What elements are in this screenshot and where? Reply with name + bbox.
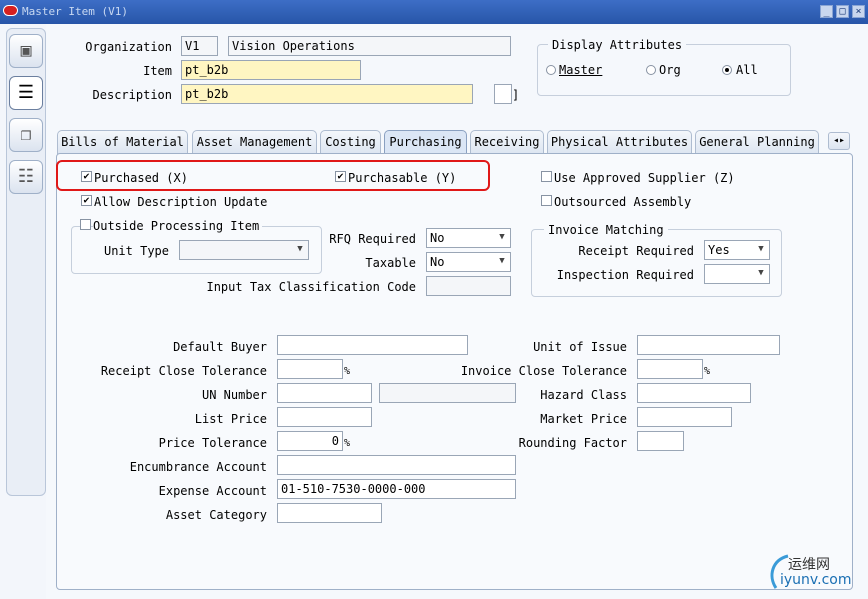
oracle-logo-icon: [3, 5, 18, 16]
all-radio[interactable]: [722, 65, 732, 75]
document-list-icon[interactable]: ☰: [9, 76, 43, 110]
expense-account-field[interactable]: 01-510-7530-0000-000: [277, 479, 516, 499]
org-radio-label: Org: [659, 63, 681, 77]
tab-physical-attributes[interactable]: Physical Attributes: [547, 130, 692, 154]
inspection-required-select[interactable]: ▼: [704, 264, 770, 284]
close-button[interactable]: ×: [852, 5, 865, 18]
expense-account-label: Expense Account: [158, 484, 267, 498]
use-approved-supplier-checkbox[interactable]: [541, 171, 552, 182]
price-tolerance-field[interactable]: 0: [277, 431, 343, 451]
description-field[interactable]: pt_b2b: [181, 84, 473, 104]
invoice-matching-title: Invoice Matching: [544, 223, 668, 237]
rfq-required-label: RFQ Required: [329, 232, 416, 246]
un-number-label: UN Number: [201, 388, 267, 402]
encumbrance-account-label: Encumbrance Account: [129, 460, 267, 474]
asset-category-field[interactable]: [277, 503, 382, 523]
price-tolerance-label: Price Tolerance: [158, 436, 267, 450]
tab-costing[interactable]: Costing: [320, 130, 381, 154]
purchasable-label: Purchasable (Y): [348, 171, 457, 185]
organization-code-field[interactable]: V1: [181, 36, 218, 56]
receipt-required-select[interactable]: Yes ▼: [704, 240, 770, 260]
asset-category-label: Asset Category: [165, 508, 267, 522]
chevron-down-icon: ▼: [499, 256, 505, 266]
receipt-required-label: Receipt Required: [578, 244, 694, 258]
unit-of-issue-label: Unit of Issue: [533, 340, 627, 354]
allow-description-update-label: Allow Description Update: [94, 195, 268, 209]
checklist-icon[interactable]: ☷: [9, 160, 43, 194]
tab-bills-of-material[interactable]: Bills of Material: [57, 130, 188, 154]
rounding-factor-field[interactable]: [637, 431, 684, 451]
inspection-required-label: Inspection Required: [556, 268, 694, 282]
chevron-down-icon: ▼: [758, 244, 764, 254]
market-price-field[interactable]: [637, 407, 732, 427]
un-number-field[interactable]: [277, 383, 372, 403]
chevron-down-icon: ▼: [499, 232, 505, 242]
receipt-close-tolerance-field[interactable]: [277, 359, 343, 379]
unit-type-label: Unit Type: [103, 244, 169, 258]
window-title: Master Item (V1): [22, 5, 128, 18]
item-label: Item: [143, 64, 172, 78]
outsourced-assembly-label: Outsourced Assembly: [554, 195, 692, 209]
price-tolerance-unit: %: [344, 438, 351, 449]
folder-icon[interactable]: ▣: [9, 34, 43, 68]
watermark-text-cn: 运维网: [788, 557, 830, 573]
description-flex-field[interactable]: [494, 84, 512, 104]
receipt-close-tolerance-unit: %: [344, 366, 351, 377]
tab-scroll-arrows-icon[interactable]: ◂▸: [828, 132, 850, 150]
chevron-down-icon: ▼: [758, 268, 764, 278]
outside-processing-label: Outside Processing Item: [93, 219, 263, 233]
org-radio[interactable]: [646, 65, 656, 75]
unit-type-select[interactable]: ▼: [179, 240, 309, 260]
master-radio[interactable]: [546, 65, 556, 75]
watermark-text: iyunv.com: [780, 572, 852, 588]
rfq-required-select[interactable]: No ▼: [426, 228, 511, 248]
outsourced-assembly-checkbox[interactable]: [541, 195, 552, 206]
maximize-button[interactable]: □: [836, 5, 849, 18]
taxable-select[interactable]: No ▼: [426, 252, 511, 272]
default-buyer-label: Default Buyer: [173, 340, 267, 354]
title-bar: [0, 0, 868, 24]
tab-purchasing[interactable]: Purchasing: [384, 130, 467, 155]
receipt-close-tolerance-label: Receipt Close Tolerance: [100, 364, 267, 378]
allow-description-update-checkbox[interactable]: ✔: [81, 195, 92, 206]
organization-name-field[interactable]: Vision Operations: [228, 36, 511, 56]
market-price-label: Market Price: [540, 412, 627, 426]
watermark-logo: 运维网 iyunv.com: [766, 552, 866, 592]
rounding-factor-label: Rounding Factor: [518, 436, 627, 450]
purchased-checkbox[interactable]: ✔: [81, 171, 92, 182]
hazard-class-field[interactable]: [637, 383, 751, 403]
list-price-label: List Price: [194, 412, 267, 426]
hazard-class-label: Hazard Class: [540, 388, 627, 402]
master-radio-label: Master: [559, 63, 603, 77]
tab-asset-management[interactable]: Asset Management: [192, 130, 317, 154]
outside-processing-checkbox[interactable]: [80, 219, 91, 230]
receipt-required-value: Yes: [708, 243, 730, 257]
invoice-close-tolerance-label: Invoice Close Tolerance: [460, 364, 627, 378]
input-tax-label: Input Tax Classification Code: [206, 280, 416, 294]
use-approved-supplier-label: Use Approved Supplier (Z): [554, 171, 735, 185]
purchased-label: Purchased (X): [94, 171, 188, 185]
description-flex-bracket: ]: [512, 88, 520, 102]
minimize-button[interactable]: _: [820, 5, 833, 18]
purchasable-checkbox[interactable]: ✔: [335, 171, 346, 182]
taxable-label: Taxable: [365, 256, 416, 270]
taxable-value: No: [430, 255, 445, 269]
rfq-required-value: No: [430, 231, 445, 245]
description-label: Description: [92, 88, 172, 102]
organization-label: Organization: [85, 40, 172, 54]
list-price-field[interactable]: [277, 407, 372, 427]
tab-general-planning[interactable]: General Planning: [695, 130, 819, 154]
display-attributes-title: Display Attributes: [548, 38, 687, 52]
input-tax-field[interactable]: [426, 276, 511, 296]
invoice-close-tolerance-unit: %: [704, 366, 711, 377]
unit-of-issue-field[interactable]: [637, 335, 780, 355]
chevron-down-icon: ▼: [297, 244, 303, 254]
tab-receiving[interactable]: Receiving: [470, 130, 544, 154]
invoice-close-tolerance-field[interactable]: [637, 359, 703, 379]
item-field[interactable]: pt_b2b: [181, 60, 361, 80]
copy-item-icon[interactable]: ❐: [9, 118, 43, 152]
encumbrance-account-field[interactable]: [277, 455, 516, 475]
all-radio-label: All: [736, 63, 758, 77]
